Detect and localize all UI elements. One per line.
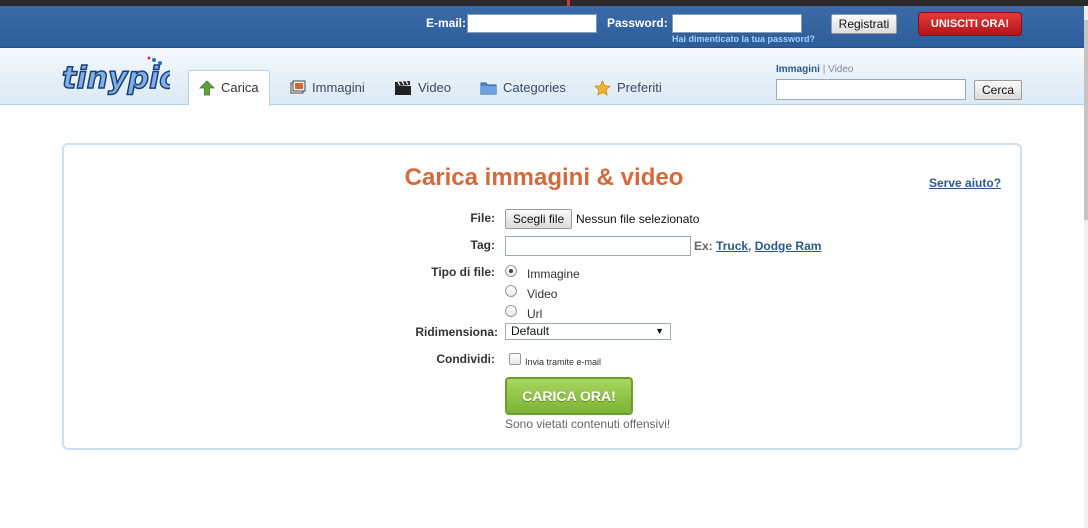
register-button[interactable]: Registrati (831, 14, 897, 34)
radio-image-label: Immagine (527, 267, 580, 281)
password-input[interactable] (672, 14, 802, 33)
tab-video[interactable]: Video (384, 70, 461, 105)
images-icon (290, 80, 306, 93)
share-email-checkbox[interactable] (509, 353, 521, 365)
tab-label: Video (418, 79, 452, 95)
search-scope: Immagini | Video (776, 64, 853, 75)
tab-preferiti[interactable]: Preferiti (584, 70, 672, 105)
tab-immagini[interactable]: Immagini (280, 70, 375, 105)
file-type-label: Tipo di file: (431, 265, 495, 279)
search-button[interactable]: Cerca (974, 80, 1022, 100)
radio-url-label: Url (527, 307, 543, 321)
tag-example-dodge-link[interactable]: Dodge Ram (755, 239, 822, 253)
forgot-password-link[interactable]: Hai dimenticato la tua password? (672, 34, 815, 44)
email-label: E-mail: (426, 16, 467, 30)
join-now-button[interactable]: UNISCITI ORA! (918, 12, 1022, 36)
share-email-label: Invia tramite e-mail (525, 357, 602, 367)
tag-example: Ex: Truck, Dodge Ram (694, 239, 821, 253)
tab-label: Categories (503, 79, 566, 95)
search-scope-separator: | (822, 64, 826, 75)
resize-select-value: Default (511, 324, 550, 338)
star-icon (594, 79, 611, 96)
tinypic-logo[interactable]: tinypic (60, 54, 170, 102)
search-input[interactable] (776, 79, 966, 100)
email-input[interactable] (467, 14, 597, 33)
login-bar: E-mail: Password: Hai dimenticato la tua… (0, 6, 1088, 48)
share-label: Condividi: (436, 352, 495, 366)
tab-label: Preferiti (617, 79, 662, 95)
file-label: File: (470, 211, 495, 225)
tag-input[interactable] (505, 236, 691, 256)
tab-carica[interactable]: Carica (188, 70, 270, 106)
search-scope-images[interactable]: Immagini (776, 64, 820, 75)
page-title: Carica immagini & video (404, 164, 684, 191)
tag-example-truck-link[interactable]: Truck (716, 239, 748, 253)
choose-file-button[interactable]: Scegli file (505, 209, 572, 229)
search-scope-video[interactable]: Video (828, 64, 853, 75)
radio-url[interactable] (505, 305, 517, 317)
tab-label: Carica (221, 80, 259, 95)
resize-select[interactable]: Default ▼ (505, 323, 671, 340)
tag-example-separator: , (748, 239, 752, 253)
resize-label: Ridimensiona: (415, 325, 498, 339)
help-link[interactable]: Serve aiuto? (929, 176, 1001, 190)
main-nav: tinypic Carica Immagini Video Categories (0, 48, 1084, 106)
film-clapper-icon (395, 80, 411, 95)
folder-icon (480, 82, 497, 94)
radio-video-label: Video (527, 287, 558, 301)
tag-label: Tag: (470, 238, 495, 252)
tag-example-prefix: Ex: (694, 239, 713, 253)
upload-now-button[interactable]: CARICA ORA! (505, 377, 633, 415)
content-policy-note: Sono vietati contenuti offensivi! (505, 417, 671, 431)
password-label: Password: (607, 16, 668, 30)
svg-text:tinypic: tinypic (62, 61, 170, 96)
page-scrollbar[interactable] (1084, 6, 1088, 528)
upload-arrow-icon (199, 80, 215, 96)
radio-video[interactable] (505, 285, 517, 297)
radio-image[interactable] (505, 265, 517, 277)
dropdown-arrow-icon: ▼ (655, 326, 664, 336)
tab-categories[interactable]: Categories (470, 70, 576, 105)
tab-label: Immagini (312, 79, 365, 95)
file-status: Nessun file selezionato (576, 212, 700, 226)
